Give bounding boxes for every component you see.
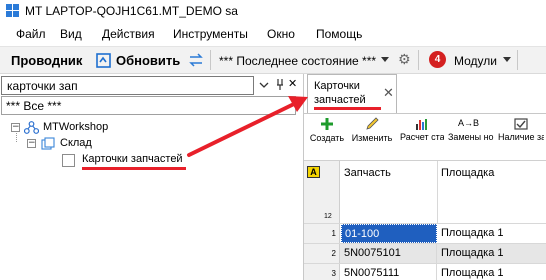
cell-part[interactable]: 5N0075111 xyxy=(341,264,437,280)
pencil-icon xyxy=(366,117,379,130)
menu-tools[interactable]: Инструменты xyxy=(173,27,248,41)
parts-grid: A Запчасть Площадка 12 1 01-100 Площадка… xyxy=(304,160,546,280)
table-row[interactable]: 2 5N0075101 Площадка 1 xyxy=(304,243,546,263)
menu-file[interactable]: Файл xyxy=(16,27,46,41)
menu-bar: Файл Вид Действия Инструменты Окно Помощ… xyxy=(0,22,546,46)
warehouse-icon xyxy=(41,137,56,150)
create-button[interactable]: Создать xyxy=(307,114,347,161)
document-icon xyxy=(62,154,75,167)
column-header-site[interactable]: Площадка xyxy=(441,167,494,179)
row-number: 1 xyxy=(304,224,340,243)
replace-numbers-label: Замены номеров... xyxy=(448,132,494,142)
search-input-value: карточки зап xyxy=(7,79,78,93)
row-count: 12 xyxy=(324,213,332,220)
tab-title: Карточки запчастей xyxy=(314,80,366,106)
bar-chart-icon xyxy=(416,119,427,130)
tree-item-warehouse[interactable]: Склад xyxy=(60,137,92,149)
pin-icon[interactable] xyxy=(274,77,286,91)
cell-part[interactable]: 01-100 xyxy=(341,224,437,243)
document-toolbar: Создать Изменить Расчет статисти... A→B … xyxy=(304,113,546,160)
replace-numbers-button[interactable]: A→B Замены номеров... xyxy=(448,114,494,161)
column-header-part[interactable]: Запчасть xyxy=(344,167,391,179)
window-title: MT LAPTOP-QOJH1C61.MT_DEMO sa xyxy=(25,4,238,18)
stock-availability-button[interactable]: Наличие запчасти xyxy=(498,114,544,161)
stock-availability-label: Наличие запчасти xyxy=(498,132,544,142)
column-divider xyxy=(437,161,438,227)
edit-label: Изменить xyxy=(351,133,393,143)
app-icon xyxy=(6,4,19,17)
replace-icon: A→B xyxy=(458,118,480,128)
filter-dropdown[interactable]: *** Все *** xyxy=(1,96,296,115)
menu-actions[interactable]: Действия xyxy=(102,27,155,41)
cell-site[interactable]: Площадка 1 xyxy=(438,244,546,263)
toolbar-divider-3 xyxy=(517,50,518,70)
sync-arrows-icon[interactable] xyxy=(188,53,204,67)
gear-icon[interactable]: ⚙ xyxy=(398,52,411,68)
tree-item-parts-cards[interactable]: Карточки запчастей xyxy=(82,153,183,165)
state-dropdown-arrow-icon[interactable] xyxy=(381,57,389,62)
menu-help[interactable]: Помощь xyxy=(316,27,362,41)
plus-icon xyxy=(321,118,333,130)
dropdown-arrow-icon[interactable] xyxy=(258,78,270,92)
tab-annotation-underline xyxy=(314,107,381,110)
cell-site[interactable]: Площадка 1 xyxy=(438,224,546,243)
availability-icon xyxy=(514,118,528,130)
title-bar: MT LAPTOP-QOJH1C61.MT_DEMO sa xyxy=(0,0,546,22)
navigator-search-input[interactable]: карточки зап xyxy=(1,76,254,95)
state-dropdown[interactable]: *** Последнее состояние *** xyxy=(219,54,376,68)
main-toolbar: Проводник Обновить *** Последнее состоян… xyxy=(0,46,546,74)
table-row[interactable]: 1 01-100 Площадка 1 xyxy=(304,223,546,243)
cell-site[interactable]: Площадка 1 xyxy=(438,264,546,280)
notification-badge[interactable]: 4 xyxy=(429,51,446,68)
workshop-icon xyxy=(23,121,40,134)
edit-button[interactable]: Изменить xyxy=(349,114,395,161)
tree-expand-root-icon[interactable]: − xyxy=(11,123,20,132)
cell-part[interactable]: 5N0075101 xyxy=(341,244,437,263)
toolbar-divider-2 xyxy=(418,50,419,70)
row-number: 2 xyxy=(304,244,340,263)
toolbar-divider xyxy=(210,50,211,70)
menu-window[interactable]: Окно xyxy=(267,27,295,41)
tree-line xyxy=(16,133,17,142)
calc-stats-button[interactable]: Расчет статисти... xyxy=(400,114,444,161)
calc-stats-label: Расчет статисти... xyxy=(400,132,444,142)
table-row[interactable]: 3 5N0075111 Площадка 1 xyxy=(304,263,546,280)
filter-value: *** Все *** xyxy=(6,99,62,113)
modules-dropdown[interactable]: Модули xyxy=(454,54,497,68)
modules-arrow-icon[interactable] xyxy=(503,57,511,62)
grid-corner-icon[interactable]: A xyxy=(307,166,320,178)
tree-expand-warehouse-icon[interactable]: − xyxy=(27,139,36,148)
create-label: Создать xyxy=(309,133,345,143)
row-number: 3 xyxy=(304,264,340,280)
tab-close-icon[interactable]: ✕ xyxy=(383,86,394,101)
explorer-button[interactable]: Проводник xyxy=(11,53,82,68)
panel-close-icon[interactable]: ✕ xyxy=(288,77,297,90)
annotation-underline xyxy=(82,167,186,170)
tree-item-mtworkshop[interactable]: MTWorkshop xyxy=(43,121,108,133)
refresh-button[interactable]: Обновить xyxy=(116,53,180,68)
refresh-icon xyxy=(96,53,111,68)
menu-view[interactable]: Вид xyxy=(60,27,82,41)
